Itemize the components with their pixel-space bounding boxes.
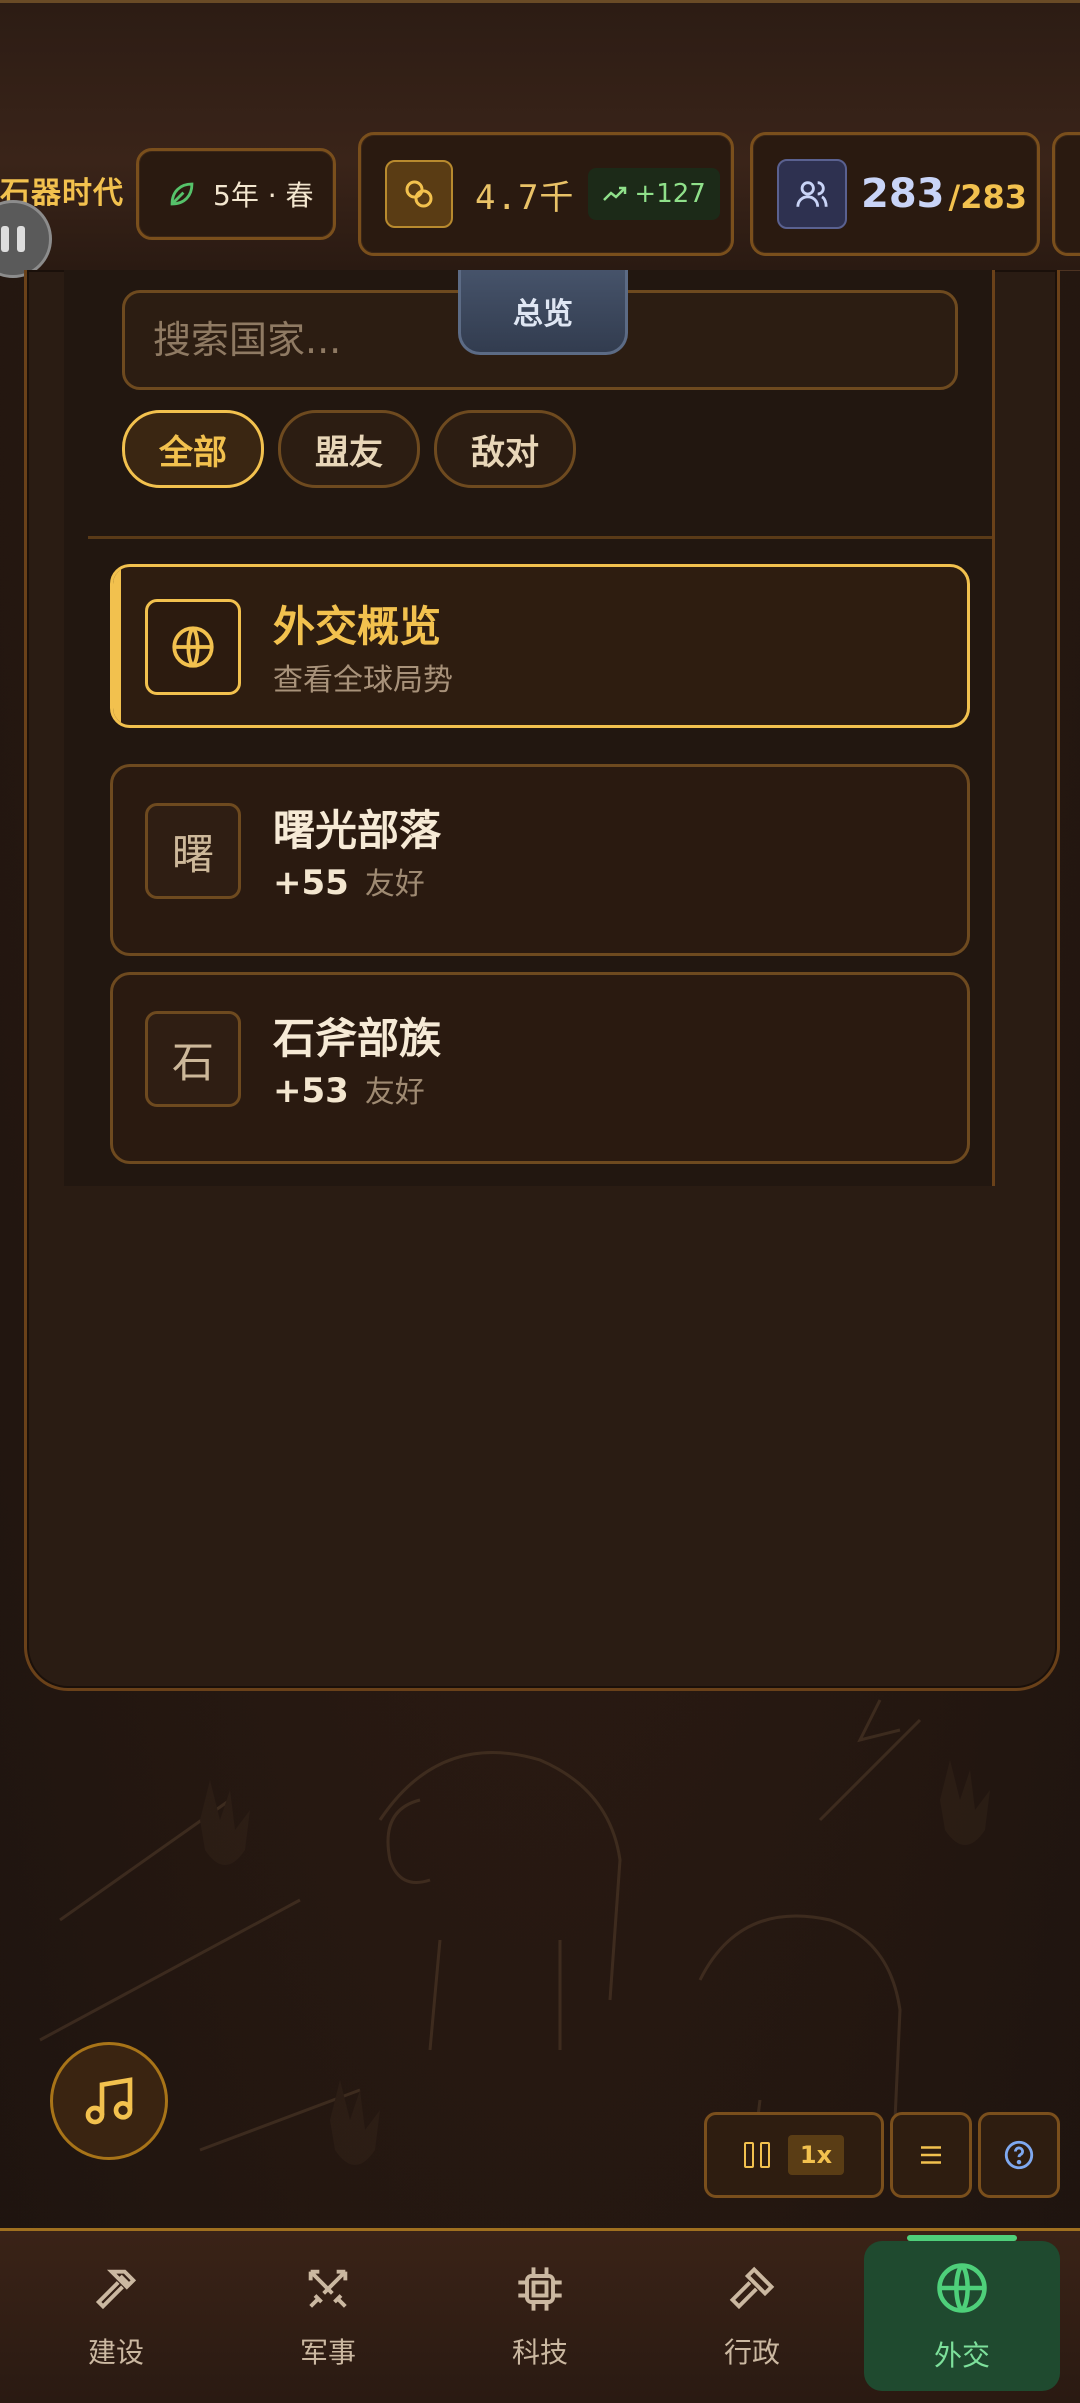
- hammer-icon: [95, 2269, 137, 2310]
- relation-label: 友好: [364, 867, 425, 902]
- relation-value: +53: [273, 1071, 349, 1111]
- list-item-nation[interactable]: 石 石斧部族 +53 友好: [110, 972, 970, 1164]
- gavel-icon: [729, 2266, 775, 2310]
- divider: [88, 536, 992, 539]
- nav-build-label: 建设: [87, 2336, 144, 2369]
- date-pill[interactable]: 5年 · 春: [136, 148, 336, 240]
- nation-initial-badge: 曙: [145, 803, 241, 899]
- speed-control[interactable]: 1x: [704, 2112, 884, 2198]
- population-pill[interactable]: 283 /283: [750, 132, 1040, 256]
- filter-hostile[interactable]: 敌对: [434, 410, 576, 488]
- globe-icon: [937, 2263, 987, 2313]
- leaf-icon: [170, 182, 194, 206]
- nav-diplomacy-label: 外交: [933, 2339, 990, 2372]
- chip-icon: [518, 2267, 562, 2311]
- globe-icon: [145, 599, 241, 695]
- list-item-title: 外交概览: [273, 602, 442, 651]
- users-icon: [777, 159, 847, 229]
- speed-label: 1x: [787, 2135, 845, 2175]
- filter-chips: 全部 盟友 敌对: [122, 410, 576, 488]
- pause-icon: [743, 2142, 770, 2168]
- relation-info: +55 友好: [273, 859, 425, 903]
- relation-value: +55: [273, 863, 349, 903]
- menu-icon: [921, 2146, 941, 2164]
- filter-all[interactable]: 全部: [122, 410, 264, 488]
- population-max: /283: [948, 178, 1027, 216]
- trending-up-icon: [603, 186, 627, 201]
- music-button[interactable]: [50, 2042, 168, 2160]
- nav-admin[interactable]: 行政: [652, 2231, 852, 2403]
- gold-income: +127: [634, 179, 706, 209]
- gold-income-badge: +127: [588, 168, 720, 220]
- selected-indicator: [113, 567, 121, 725]
- list-item-subtitle: 查看全球局势: [273, 663, 453, 698]
- nation-initial-badge: 石: [145, 1011, 241, 1107]
- menu-button[interactable]: [890, 2112, 972, 2198]
- date-label: 5年 · 春: [213, 179, 314, 212]
- active-indicator: [907, 2235, 1017, 2241]
- music-note-icon: [85, 2077, 133, 2125]
- overview-tab[interactable]: 总览: [458, 270, 628, 355]
- more-status-pill[interactable]: [1052, 132, 1080, 256]
- relation-info: +53 友好: [273, 1067, 425, 1111]
- nav-military-label: 军事: [299, 2336, 356, 2369]
- bottom-navigation: 建设 军事 科技 行政 外交: [0, 2228, 1080, 2403]
- nav-build[interactable]: 建设: [16, 2231, 216, 2403]
- relation-label: 友好: [364, 1075, 425, 1110]
- list-item-nation[interactable]: 曙 曙光部落 +55 友好: [110, 764, 970, 956]
- nav-tech-label: 科技: [511, 2336, 568, 2369]
- nation-name: 石斧部族: [273, 1014, 442, 1063]
- filter-allies[interactable]: 盟友: [278, 410, 420, 488]
- swords-icon: [308, 2269, 348, 2308]
- list-item-diplomacy-overview[interactable]: 外交概览 查看全球局势: [110, 564, 970, 728]
- nav-diplomacy[interactable]: 外交: [864, 2235, 1060, 2391]
- nav-tech[interactable]: 科技: [440, 2231, 640, 2403]
- nav-military[interactable]: 军事: [228, 2231, 428, 2403]
- nation-name: 曙光部落: [273, 806, 442, 855]
- coins-icon: [385, 160, 453, 228]
- population-current: 283: [861, 171, 945, 217]
- status-bar: 石器时代 5年 · 春 4.7千 +127 283 /283: [0, 0, 1080, 271]
- help-button[interactable]: [978, 2112, 1060, 2198]
- gold-pill[interactable]: 4.7千 +127: [358, 132, 734, 256]
- gold-amount: 4.7千: [475, 177, 575, 218]
- nav-admin-label: 行政: [723, 2336, 780, 2369]
- help-icon: [1004, 2140, 1034, 2170]
